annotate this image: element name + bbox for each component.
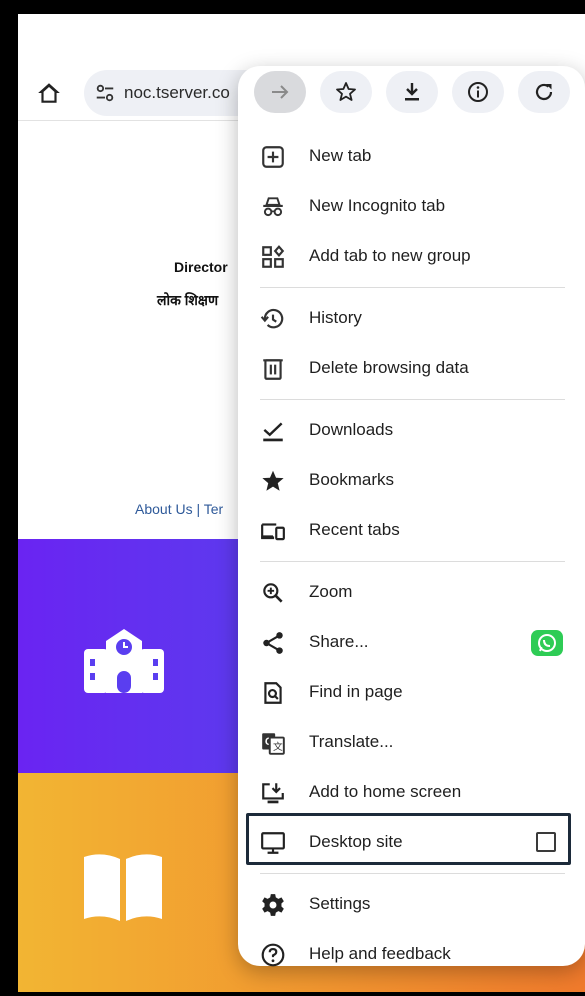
menu-item-add-tab-to-group[interactable]: Add tab to new group — [238, 232, 585, 282]
menu-item-label: History — [309, 308, 362, 327]
footer-links[interactable]: About Us | Ter — [135, 501, 223, 517]
tab-group-icon — [260, 244, 286, 270]
menu-item-desktop-site[interactable]: Desktop site — [238, 818, 585, 868]
menu-item-history[interactable]: History — [238, 294, 585, 344]
menu-item-help-and-feedback[interactable]: Help and feedback — [238, 930, 585, 980]
site-settings-icon[interactable] — [94, 82, 116, 104]
menu-item-label: Zoom — [309, 582, 353, 601]
menu-item-downloads[interactable]: Downloads — [238, 406, 585, 456]
menu-item-settings[interactable]: Settings — [238, 880, 585, 930]
menu-separator — [260, 873, 565, 874]
share-icon — [260, 630, 286, 656]
desktop-site-checkbox[interactable] — [536, 832, 556, 852]
menu-action-row — [238, 66, 585, 126]
menu-item-zoom[interactable]: Zoom — [238, 568, 585, 618]
trash-icon — [260, 356, 286, 382]
refresh-icon — [535, 83, 553, 101]
url-text[interactable]: noc.tserver.co — [124, 83, 230, 103]
overflow-menu: New tab New Incognito tab Add tab to new… — [238, 66, 585, 967]
help-icon — [260, 942, 286, 968]
menu-item-recent-tabs[interactable]: Recent tabs — [238, 506, 585, 556]
svg-text:文: 文 — [273, 740, 283, 753]
menu-item-label: Help and feedback — [309, 944, 451, 963]
bookmark-button[interactable] — [320, 71, 372, 113]
menu-item-label: Share... — [309, 632, 369, 651]
menu-item-label: Downloads — [309, 420, 394, 439]
info-icon — [468, 82, 488, 102]
find-in-page-icon — [260, 680, 286, 706]
department-title-line1: Director — [174, 259, 228, 275]
new-tab-icon — [260, 144, 286, 170]
home-icon[interactable] — [36, 80, 62, 106]
incognito-icon — [260, 194, 286, 220]
menu-item-label: Settings — [309, 894, 371, 913]
zoom-icon — [260, 580, 286, 606]
download-button[interactable] — [386, 71, 438, 113]
menu-item-label: Desktop site — [309, 832, 403, 851]
department-title-line2: लोक शिक्षण — [157, 292, 219, 308]
menu-item-label: Delete browsing data — [309, 358, 469, 377]
menu-separator — [260, 287, 565, 288]
menu-item-label: New tab — [309, 146, 372, 165]
menu-item-label: Bookmarks — [309, 470, 395, 489]
add-to-home-icon — [260, 780, 286, 806]
menu-item-add-to-home-screen[interactable]: Add to home screen — [238, 768, 585, 818]
gear-icon — [260, 892, 286, 918]
menu-item-new-tab[interactable]: New tab — [238, 132, 585, 182]
desktop-icon — [260, 830, 286, 856]
school-icon — [78, 623, 170, 693]
star-icon — [336, 82, 356, 101]
menu-item-find-in-page[interactable]: Find in page — [238, 668, 585, 718]
translate-icon: G文 — [260, 730, 286, 756]
menu-separator — [260, 561, 565, 562]
forward-arrow-icon — [272, 85, 289, 99]
menu-item-label: Find in page — [309, 682, 403, 701]
menu-item-label: Add to home screen — [309, 782, 462, 801]
phone-screen: noc.tserver.co Director लोक शिक्षण About… — [18, 14, 585, 992]
menu-item-share[interactable]: Share... — [238, 618, 585, 668]
menu-item-label: Recent tabs — [309, 520, 400, 539]
menu-item-label: New Incognito tab — [309, 196, 446, 215]
menu-item-bookmarks[interactable]: Bookmarks — [238, 456, 585, 506]
menu-separator — [260, 399, 565, 400]
whatsapp-icon[interactable] — [531, 630, 563, 656]
refresh-button[interactable] — [518, 71, 570, 113]
downloads-check-icon — [260, 418, 286, 444]
menu-item-delete-browsing-data[interactable]: Delete browsing data — [238, 344, 585, 394]
devices-icon — [260, 518, 286, 544]
page-info-button[interactable] — [452, 71, 504, 113]
history-icon — [260, 306, 286, 332]
download-icon — [405, 83, 419, 101]
menu-item-label: Add tab to new group — [309, 246, 471, 265]
menu-item-translate[interactable]: G文 Translate... — [238, 718, 585, 768]
book-icon — [80, 851, 166, 923]
forward-button[interactable] — [254, 71, 306, 113]
bookmarks-star-icon — [260, 468, 286, 494]
menu-item-label: Translate... — [309, 732, 394, 751]
menu-item-new-incognito-tab[interactable]: New Incognito tab — [238, 182, 585, 232]
